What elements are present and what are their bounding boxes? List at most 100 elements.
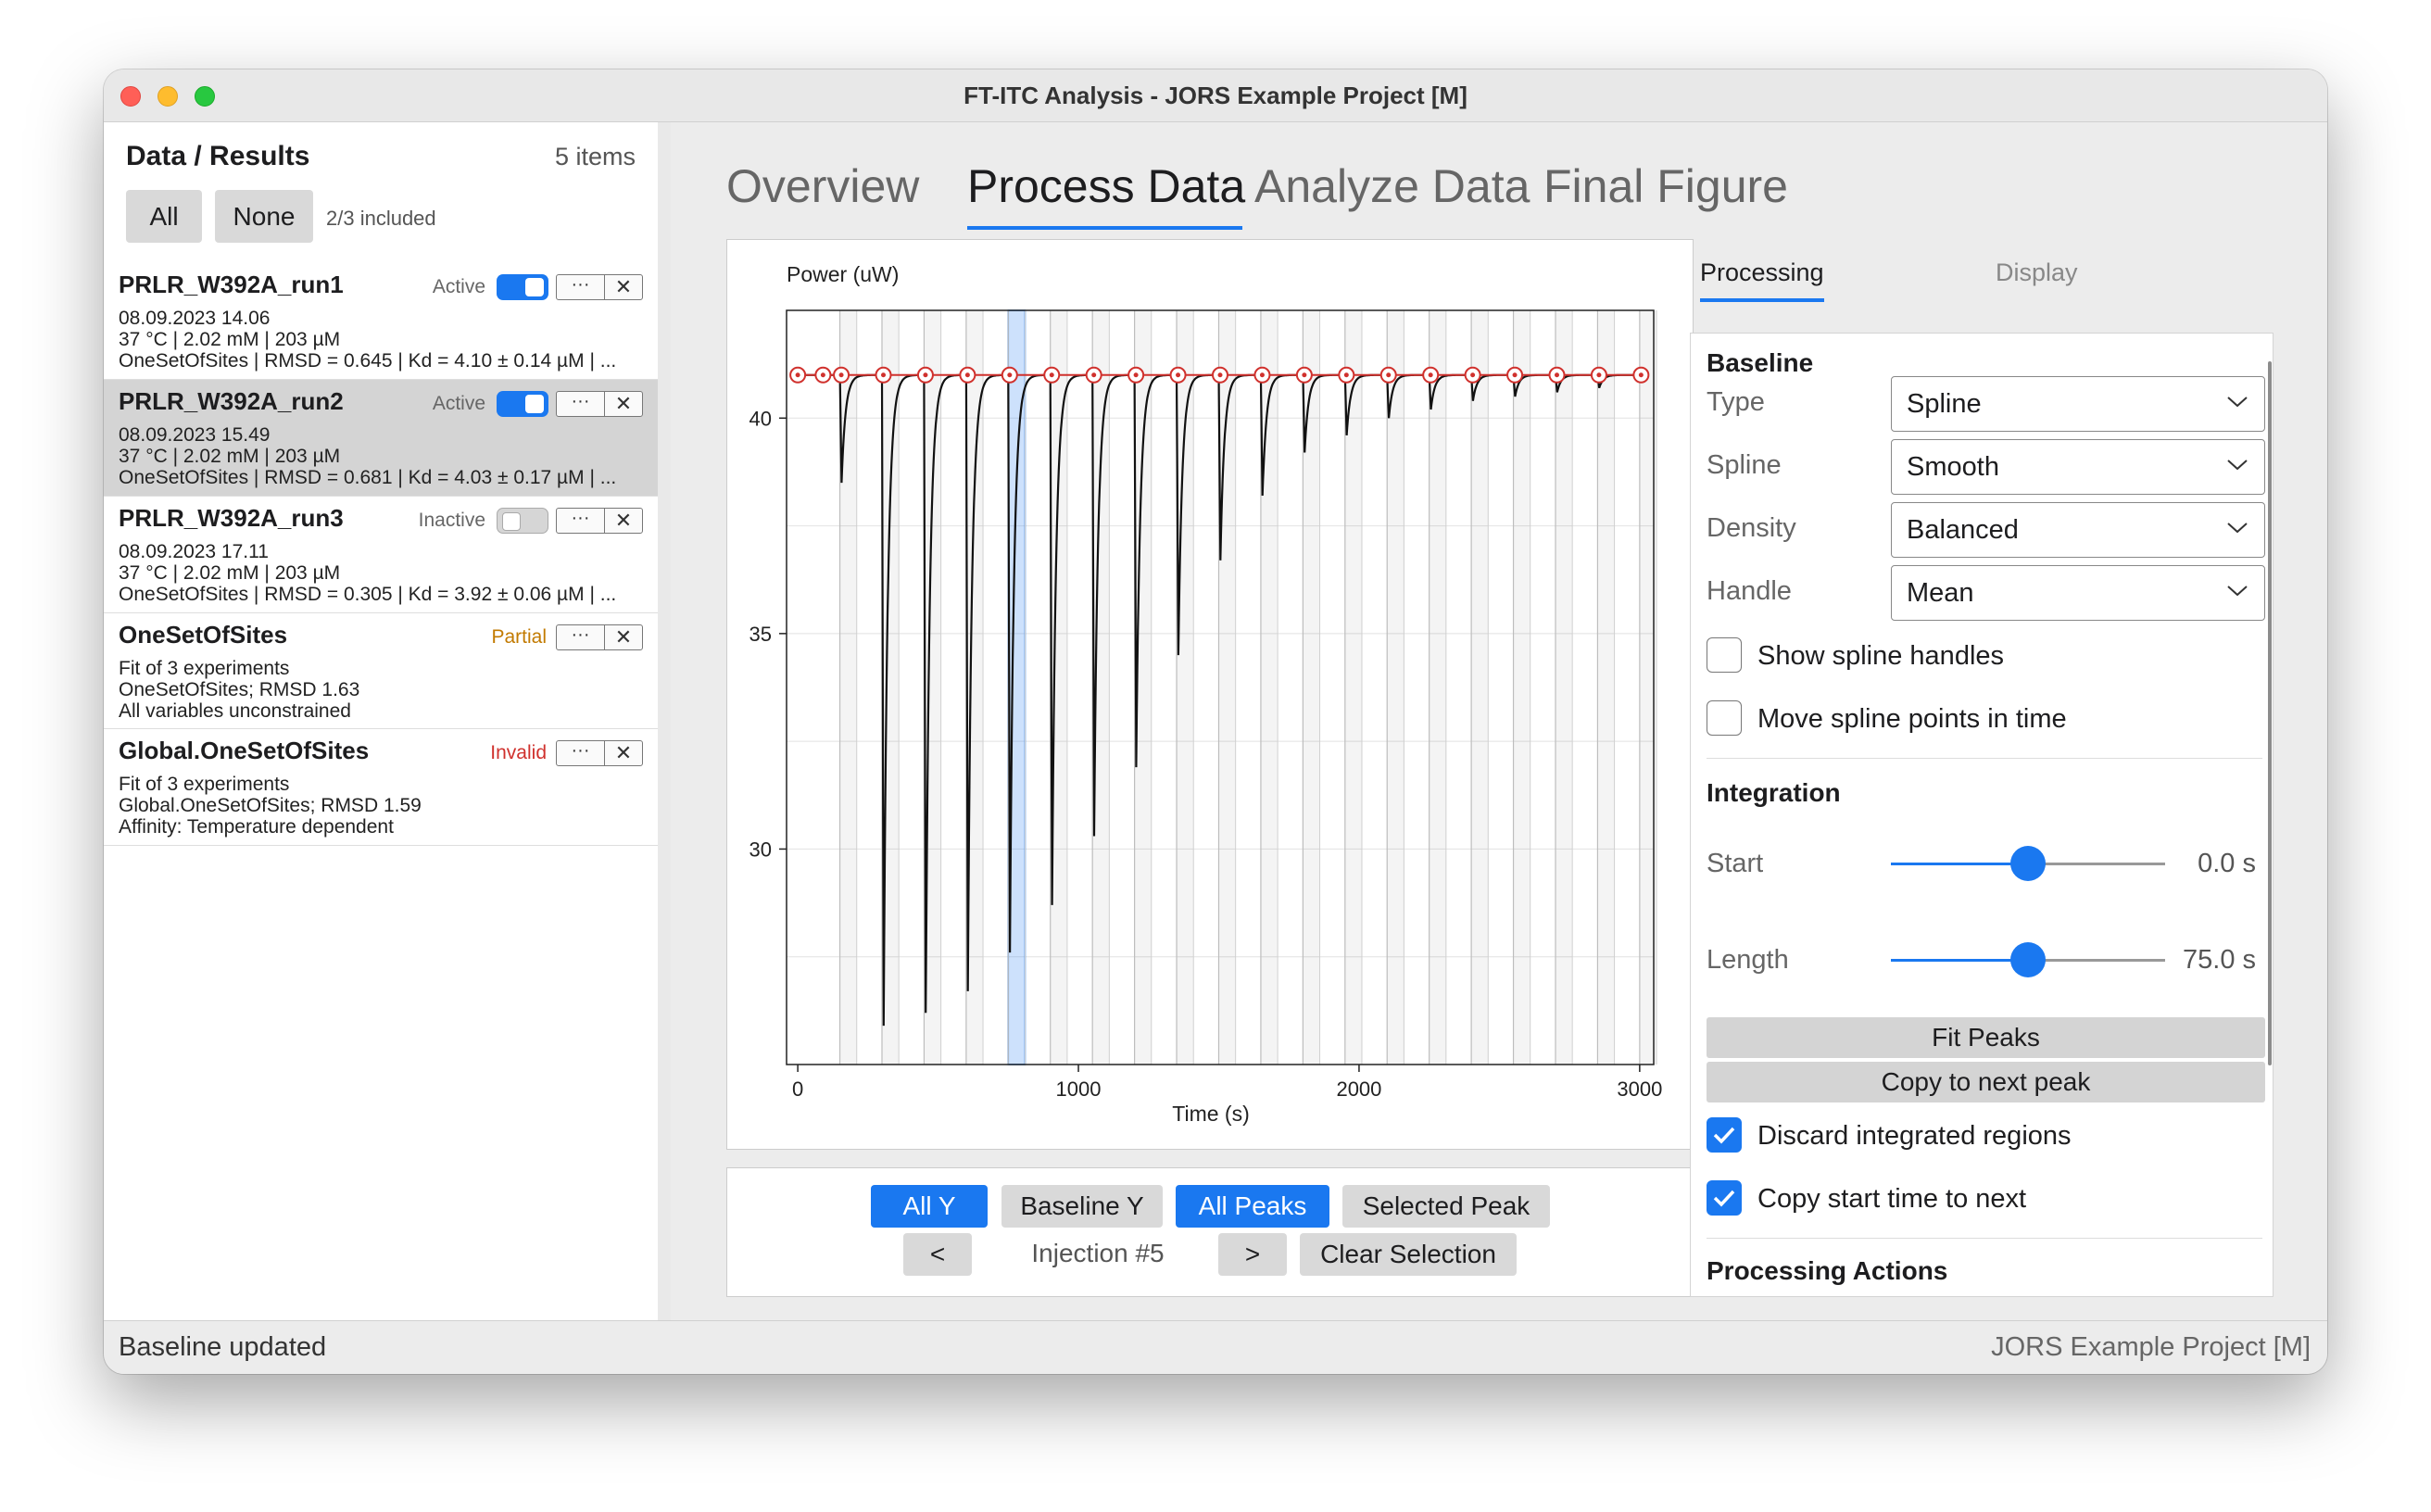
item-actions: ··· ✕ — [556, 508, 643, 534]
more-icon[interactable]: ··· — [557, 392, 605, 416]
settings-scrollbar[interactable] — [2268, 361, 2272, 1065]
thermogram-chart[interactable]: 0 1000 2000 3000 30 35 40 — [727, 240, 1694, 1151]
baseline-point-center — [1176, 372, 1181, 378]
list-item[interactable]: PRLR_W392A_run1 Active ··· ✕ 08.09.2023 … — [104, 263, 658, 380]
tab-final-figure[interactable]: Final Figure — [1543, 159, 1788, 213]
status-badge: Inactive — [418, 510, 485, 531]
included-count: 2/3 included — [326, 207, 436, 230]
window-title: FT-ITC Analysis - JORS Example Project [… — [964, 82, 1467, 109]
active-toggle[interactable] — [497, 391, 548, 417]
close-icon[interactable]: ✕ — [605, 509, 642, 533]
items-count: 5 items — [554, 143, 636, 170]
show-spline-handles-checkbox[interactable] — [1707, 637, 1742, 673]
length-label: Length — [1707, 945, 1789, 975]
checkmark-icon — [1713, 1127, 1735, 1144]
move-spline-points-label: Move spline points in time — [1757, 704, 2067, 734]
injection-region — [839, 310, 857, 1065]
selected-peak-button[interactable]: Selected Peak — [1342, 1185, 1550, 1228]
tab-processing[interactable]: Processing — [1700, 258, 1824, 287]
list-item[interactable]: OneSetOfSites Partial ··· ✕ Fit of 3 exp… — [104, 613, 658, 729]
clear-selection-button[interactable]: Clear Selection — [1300, 1233, 1517, 1276]
tab-analyze-data[interactable]: Analyze Data — [1254, 159, 1530, 213]
baseline-point-center — [1007, 372, 1013, 378]
status-message: Baseline updated — [119, 1332, 327, 1362]
y-tick-label: 40 — [749, 407, 772, 430]
chevron-down-icon — [2227, 397, 2248, 408]
list-item[interactable]: PRLR_W392A_run3 Inactive ··· ✕ 08.09.202… — [104, 497, 658, 613]
app-window: FT-ITC Analysis - JORS Example Project [… — [104, 69, 2327, 1374]
all-peaks-button[interactable]: All Peaks — [1176, 1185, 1329, 1228]
more-icon[interactable]: ··· — [557, 509, 605, 533]
copy-start-time-checkbox[interactable] — [1707, 1180, 1742, 1216]
injection-region — [1555, 310, 1573, 1065]
item-constraints: All variables unconstrained — [119, 700, 351, 722]
y-tick-label: 30 — [749, 838, 772, 861]
all-y-button[interactable]: All Y — [871, 1185, 988, 1228]
active-tab-indicator — [967, 226, 1242, 230]
select-all-button[interactable]: All — [126, 190, 202, 243]
tab-overview[interactable]: Overview — [726, 159, 919, 213]
previous-injection-button[interactable]: < — [903, 1233, 972, 1276]
item-fit-summary: OneSetOfSites | RMSD = 0.645 | Kd = 4.10… — [119, 350, 617, 372]
tab-display[interactable]: Display — [1996, 258, 2078, 287]
injection-region — [1387, 310, 1404, 1065]
results-panel: Data / Results 5 items All None 2/3 incl… — [104, 122, 658, 1320]
list-item[interactable]: Global.OneSetOfSites Invalid ··· ✕ Fit o… — [104, 729, 658, 846]
chevron-down-icon — [2227, 460, 2248, 471]
spline-select[interactable]: Smooth — [1891, 439, 2265, 495]
item-name: PRLR_W392A_run2 — [119, 387, 344, 415]
list-item[interactable]: PRLR_W392A_run2 Active ··· ✕ 08.09.2023 … — [104, 380, 658, 497]
item-conditions: 37 °C | 2.02 mM | 203 µM — [119, 446, 341, 467]
close-icon[interactable]: ✕ — [605, 275, 642, 299]
title-bar: FT-ITC Analysis - JORS Example Project [… — [104, 69, 2327, 122]
item-name: Global.OneSetOfSites — [119, 737, 370, 764]
close-icon[interactable]: ✕ — [605, 741, 642, 765]
copy-start-time-label: Copy start time to next — [1757, 1184, 2027, 1214]
checkmark-icon — [1713, 1190, 1735, 1207]
type-label: Type — [1707, 387, 1765, 417]
baseline-y-button[interactable]: Baseline Y — [1001, 1185, 1163, 1228]
integration-section-title: Integration — [1707, 778, 1841, 807]
panel-splitter[interactable] — [658, 122, 671, 1320]
active-toggle[interactable] — [497, 508, 548, 534]
y-tick-label: 35 — [749, 623, 772, 646]
more-icon[interactable]: ··· — [557, 275, 605, 299]
status-badge: Invalid — [490, 742, 547, 763]
item-description: Fit of 3 experiments — [119, 774, 290, 795]
more-icon[interactable]: ··· — [557, 741, 605, 765]
baseline-point-center — [1428, 372, 1433, 378]
select-none-button[interactable]: None — [215, 190, 313, 243]
section-divider — [1707, 1238, 2262, 1239]
item-date: 08.09.2023 14.06 — [119, 308, 271, 329]
type-select[interactable]: Spline — [1891, 376, 2265, 432]
handle-select[interactable]: Mean — [1891, 565, 2265, 621]
copy-to-next-peak-button[interactable]: Copy to next peak — [1707, 1062, 2265, 1102]
more-icon[interactable]: ··· — [557, 625, 605, 649]
close-icon[interactable]: ✕ — [605, 625, 642, 649]
length-slider-handle[interactable] — [2010, 942, 2046, 977]
start-slider-fill — [1891, 863, 2028, 865]
baseline-point-center — [1470, 372, 1476, 378]
fit-peaks-button[interactable]: Fit Peaks — [1707, 1017, 2265, 1058]
move-spline-points-checkbox[interactable] — [1707, 700, 1742, 736]
chevron-down-icon — [2227, 586, 2248, 597]
start-slider-handle[interactable] — [2010, 846, 2046, 881]
next-injection-button[interactable]: > — [1218, 1233, 1287, 1276]
item-fit-summary: Global.OneSetOfSites; RMSD 1.59 — [119, 795, 422, 816]
tab-process-data[interactable]: Process Data — [967, 159, 1245, 213]
density-select[interactable]: Balanced — [1891, 502, 2265, 558]
discard-regions-checkbox[interactable] — [1707, 1117, 1742, 1153]
handle-label: Handle — [1707, 576, 1792, 606]
baseline-section-title: Baseline — [1707, 348, 1814, 377]
close-icon[interactable]: ✕ — [605, 392, 642, 416]
spline-value: Smooth — [1907, 452, 1999, 482]
item-date: 08.09.2023 15.49 — [119, 424, 271, 446]
baseline-point-center — [1554, 372, 1559, 378]
status-bar: Baseline updated JORS Example Project [M… — [104, 1320, 2327, 1374]
status-badge: Active — [432, 276, 485, 297]
active-toggle[interactable] — [497, 274, 548, 300]
baseline-point-center — [795, 372, 800, 378]
injection-region — [1260, 310, 1278, 1065]
injection-region — [1429, 310, 1446, 1065]
density-value: Balanced — [1907, 515, 2019, 545]
